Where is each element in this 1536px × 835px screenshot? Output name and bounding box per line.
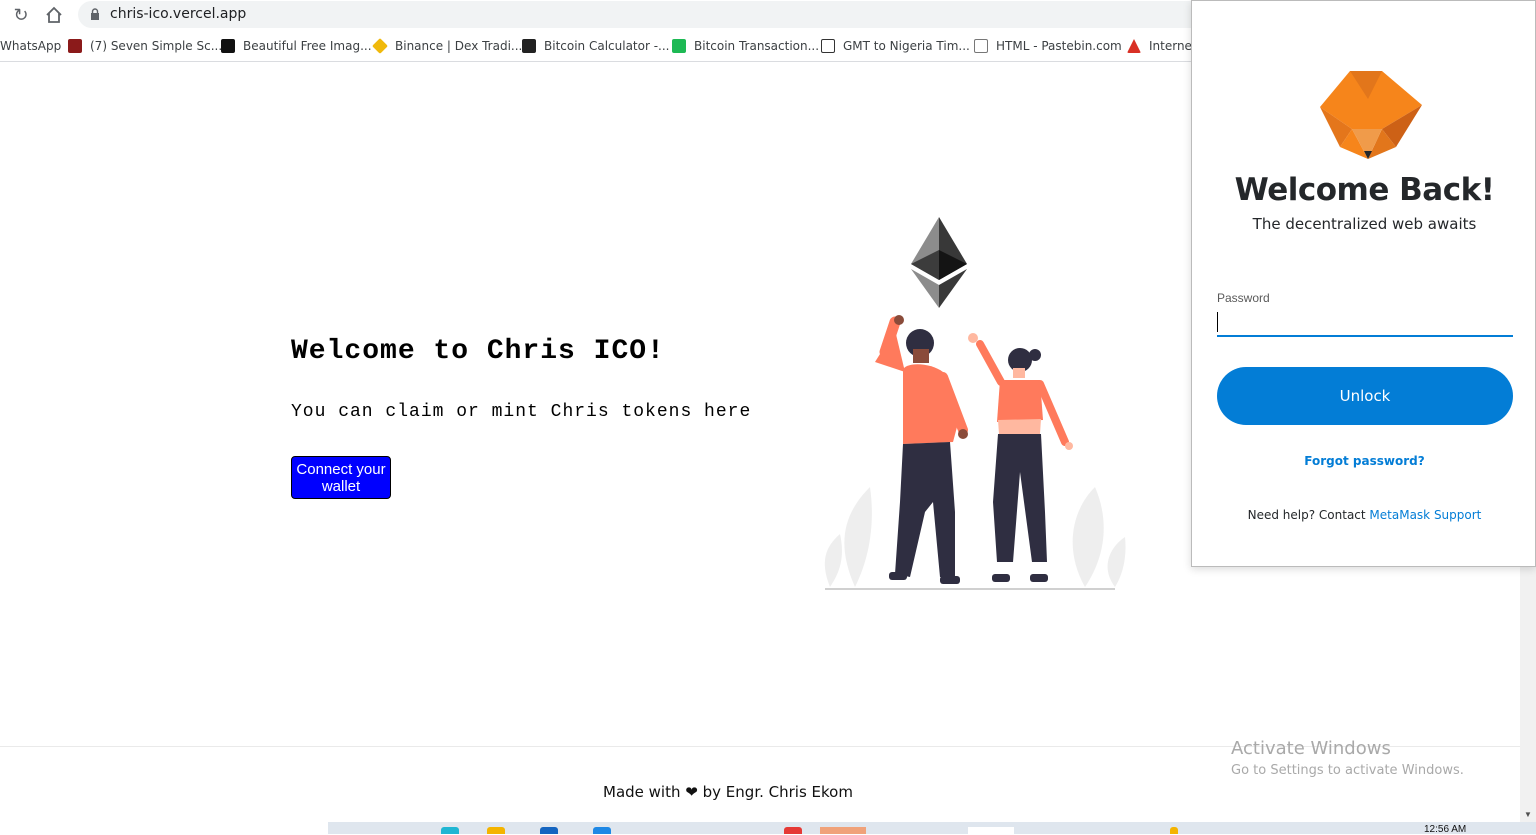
help-text: Need help? Contact MetaMask Support	[1247, 508, 1482, 522]
windows-taskbar: 12:56 AM	[0, 822, 1536, 835]
calculator-icon	[522, 39, 536, 53]
metamask-popup: Welcome Back! The decentralized web awai…	[1191, 0, 1536, 567]
bookmark-bitcoin-transaction[interactable]: Bitcoin Transaction...	[672, 38, 819, 54]
internet-icon	[1127, 39, 1141, 53]
bookmark-internet[interactable]: Internet	[1127, 38, 1197, 54]
bookmark-bitcoin-calculator[interactable]: Bitcoin Calculator -...	[522, 38, 670, 54]
home-icon[interactable]	[43, 4, 65, 26]
url-text: chris-ico.vercel.app	[110, 6, 247, 22]
password-label: Password	[1217, 291, 1270, 305]
leaf-decoration	[824, 487, 1126, 587]
bookmark-whatsapp[interactable]: WhatsApp	[0, 38, 61, 54]
pastebin-icon	[974, 39, 988, 53]
metamask-taskbar-icon[interactable]	[968, 827, 1014, 834]
bookmark-pastebin[interactable]: HTML - Pastebin.com	[974, 38, 1122, 54]
active-app-icon[interactable]	[820, 827, 866, 834]
unlock-button[interactable]: Unlock	[1217, 367, 1513, 425]
password-input[interactable]	[1217, 309, 1513, 337]
timezone-icon	[821, 39, 835, 53]
transaction-icon	[672, 39, 686, 53]
metamask-fox-icon	[1320, 71, 1422, 159]
edge-icon[interactable]	[441, 827, 459, 834]
bookmark-binance[interactable]: Binance | Dex Tradi...	[372, 38, 522, 54]
text-caret	[1217, 312, 1218, 332]
seven-icon	[68, 39, 82, 53]
footer-credit: Made with ❤ by Engr. Chris Ekom	[603, 783, 853, 801]
metamask-subtitle: The decentralized web awaits	[1252, 215, 1477, 233]
person-woman	[968, 333, 1073, 582]
scroll-down-icon[interactable]: ▼	[1524, 810, 1532, 819]
forgot-password-link[interactable]: Forgot password?	[1192, 454, 1536, 468]
url-field[interactable]: chris-ico.vercel.app	[78, 1, 1258, 28]
bookmark-gmt-nigeria[interactable]: GMT to Nigeria Tim...	[821, 38, 970, 54]
vscode-icon[interactable]	[540, 827, 558, 834]
store-icon[interactable]	[593, 827, 611, 834]
page-title: Welcome to Chris ICO!	[291, 336, 665, 367]
heart-icon: ❤	[685, 783, 698, 801]
chrome-icon[interactable]	[784, 827, 802, 834]
bookmark-seven-simple[interactable]: (7) Seven Simple Sc...	[68, 38, 222, 54]
lock-icon	[91, 8, 99, 20]
bookmark-unsplash[interactable]: Beautiful Free Imag...	[221, 38, 372, 54]
explorer-icon[interactable]	[487, 827, 505, 834]
metamask-support-link[interactable]: MetaMask Support	[1369, 508, 1481, 522]
page-scrollbar[interactable]: ▼	[1520, 566, 1536, 822]
reload-icon[interactable]: ↻	[10, 4, 32, 26]
metamask-title: Welcome Back!	[1234, 172, 1495, 208]
taskbar-clock[interactable]: 12:56 AM	[1424, 824, 1466, 835]
ethereum-celebration-illustration	[824, 217, 1126, 590]
ethereum-icon	[911, 217, 967, 308]
taskbar-search-area[interactable]	[0, 822, 328, 834]
page-description: You can claim or mint Chris tokens here	[291, 402, 752, 422]
person-man	[875, 315, 968, 584]
connect-wallet-button[interactable]: Connect your wallet	[291, 456, 391, 499]
binance-icon	[372, 38, 388, 54]
activate-windows-watermark: Activate Windows Go to Settings to activ…	[1231, 738, 1464, 778]
unsplash-icon	[221, 39, 235, 53]
tray-icon[interactable]	[1170, 827, 1178, 834]
